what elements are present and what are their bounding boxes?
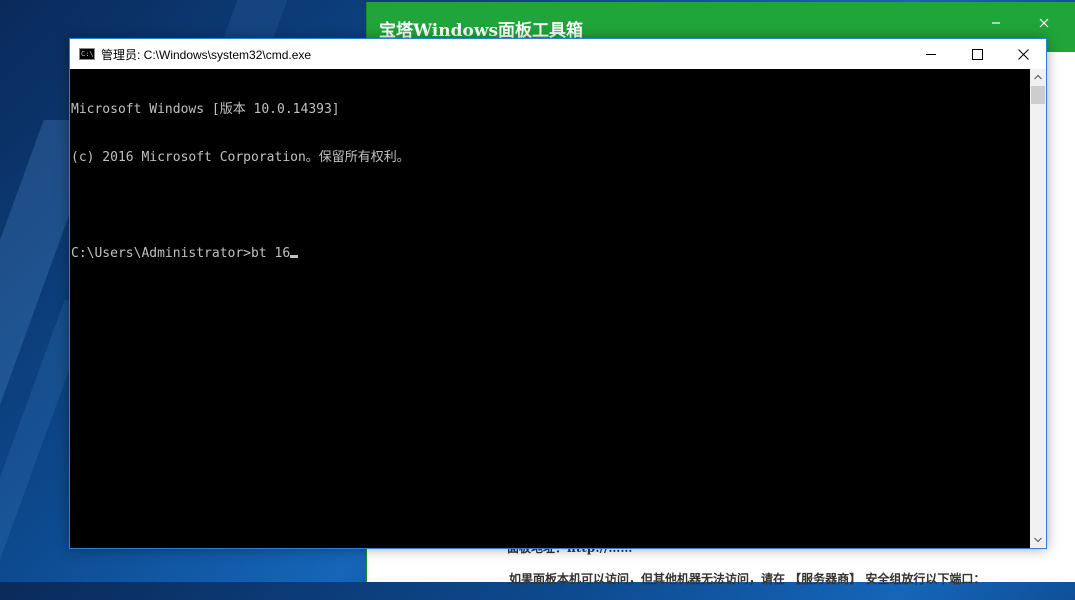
scrollbar-thumb[interactable] bbox=[1031, 86, 1045, 104]
close-icon bbox=[1039, 18, 1049, 28]
console-prompt-text: C:\Users\Administrator>bt 16 bbox=[71, 246, 291, 261]
cmd-maximize-button[interactable] bbox=[954, 39, 1000, 69]
text-cursor bbox=[290, 255, 299, 258]
cmd-window-title: 管理员: C:\Windows\system32\cmd.exe bbox=[101, 47, 312, 62]
cmd-minimize-button[interactable] bbox=[908, 39, 954, 69]
minimize-icon bbox=[925, 53, 936, 55]
cmd-titlebar[interactable]: C:\ 管理员: C:\Windows\system32\cmd.exe bbox=[70, 39, 1046, 69]
bt-minimize-button[interactable] bbox=[985, 12, 1007, 34]
close-icon bbox=[1017, 48, 1029, 60]
cmd-app-icon: C:\ bbox=[79, 48, 95, 60]
console-prompt-line: C:\Users\Administrator>bt 16 bbox=[71, 246, 1031, 262]
scroll-up-button[interactable] bbox=[1030, 69, 1046, 85]
minimize-icon bbox=[992, 22, 1000, 24]
chevron-up-icon bbox=[1034, 74, 1042, 80]
chevron-down-icon bbox=[1034, 537, 1042, 543]
scroll-down-button[interactable] bbox=[1030, 532, 1046, 548]
maximize-icon bbox=[971, 48, 983, 60]
cmd-close-button[interactable] bbox=[1000, 39, 1046, 69]
bt-firewall-note: 如果面板本机可以访问，但其他机器无法访问，请在 【服务器商】 安全组放行以下端口… bbox=[509, 572, 986, 586]
desktop-light-streak bbox=[222, 0, 288, 40]
console-line: Microsoft Windows [版本 10.0.14393] bbox=[71, 102, 340, 117]
vertical-scrollbar[interactable] bbox=[1030, 69, 1046, 548]
cmd-window: C:\ 管理员: C:\Windows\system32\cmd.exe Mic… bbox=[69, 38, 1047, 549]
bt-close-button[interactable] bbox=[1033, 12, 1055, 34]
bt-window-title: 宝塔Windows面板工具箱 bbox=[379, 20, 584, 41]
console-line: (c) 2016 Microsoft Corporation。保留所有权利。 bbox=[71, 150, 410, 165]
console-output[interactable]: Microsoft Windows [版本 10.0.14393] (c) 20… bbox=[70, 69, 1031, 548]
